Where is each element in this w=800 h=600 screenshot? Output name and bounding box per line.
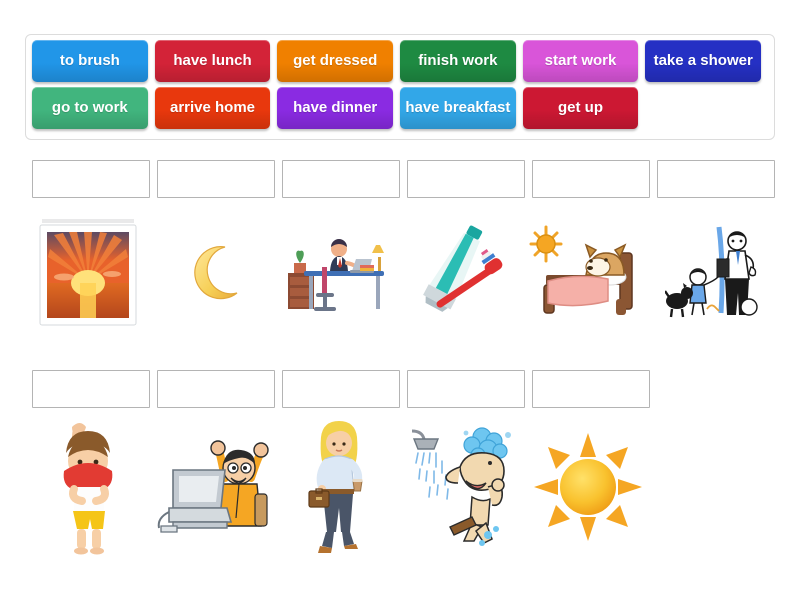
crescent-moon-image [193, 246, 237, 300]
answer-slot[interactable] [532, 160, 650, 198]
boy-putting-on-shirt-image [63, 423, 112, 555]
picture-cell [525, 218, 650, 328]
word-tile-to-brush[interactable]: to brush [32, 40, 148, 82]
picture-cell [25, 218, 150, 328]
word-tile-have-dinner[interactable]: have dinner [277, 87, 393, 129]
answer-slot[interactable] [32, 160, 150, 198]
word-tile-arrive-home[interactable]: arrive home [155, 87, 271, 129]
picture-cell [650, 218, 775, 328]
man-cheering-at-computer-image [157, 440, 269, 533]
answer-slot[interactable] [32, 370, 150, 408]
word-tile-go-to-work[interactable]: go to work [32, 87, 148, 129]
answer-slot[interactable] [157, 160, 275, 198]
picture-cell [525, 418, 650, 556]
answer-slot[interactable] [157, 370, 275, 408]
toothpaste-toothbrush-image [422, 225, 502, 312]
answer-slot-row-1 [32, 160, 782, 198]
office-worker-desk-image [287, 239, 384, 311]
word-tile-get-dressed[interactable]: get dressed [277, 40, 393, 82]
picture-cell [25, 418, 150, 556]
word-tile-finish-work[interactable]: finish work [400, 40, 516, 82]
answer-slot-row-2 [32, 370, 657, 408]
word-tile-have-breakfast[interactable]: have breakfast [400, 87, 516, 129]
picture-cell [150, 418, 275, 556]
picture-cell [275, 418, 400, 556]
picture-row-1 [25, 218, 775, 328]
word-tile-start-work[interactable]: start work [523, 40, 639, 82]
word-tile-get-up[interactable]: get up [523, 87, 639, 129]
picture-cell [400, 418, 525, 556]
word-bank-row: go to work arrive home have dinner have … [32, 87, 768, 131]
sun-image [533, 433, 642, 541]
picture-cell [400, 218, 525, 328]
answer-slot[interactable] [657, 160, 775, 198]
picture-cell [150, 218, 275, 328]
answer-slot[interactable] [407, 160, 525, 198]
answer-slot[interactable] [282, 370, 400, 408]
word-bank-row: to brush have lunch get dressed finish w… [32, 40, 768, 84]
man-in-shower-image [411, 427, 511, 546]
answer-slot[interactable] [532, 370, 650, 408]
word-tile-have-lunch[interactable]: have lunch [155, 40, 271, 82]
word-bank-panel: to brush have lunch get dressed finish w… [25, 34, 775, 140]
picture-row-2 [25, 418, 650, 556]
man-arriving-home-image [664, 226, 758, 318]
woman-walking-to-work-image [307, 421, 363, 553]
answer-slot[interactable] [407, 370, 525, 408]
picture-cell [275, 218, 400, 328]
sunrise-photo-image [39, 219, 136, 326]
dog-waking-in-bed-image [529, 225, 633, 315]
word-tile-take-a-shower[interactable]: take a shower [645, 40, 761, 82]
answer-slot[interactable] [282, 160, 400, 198]
